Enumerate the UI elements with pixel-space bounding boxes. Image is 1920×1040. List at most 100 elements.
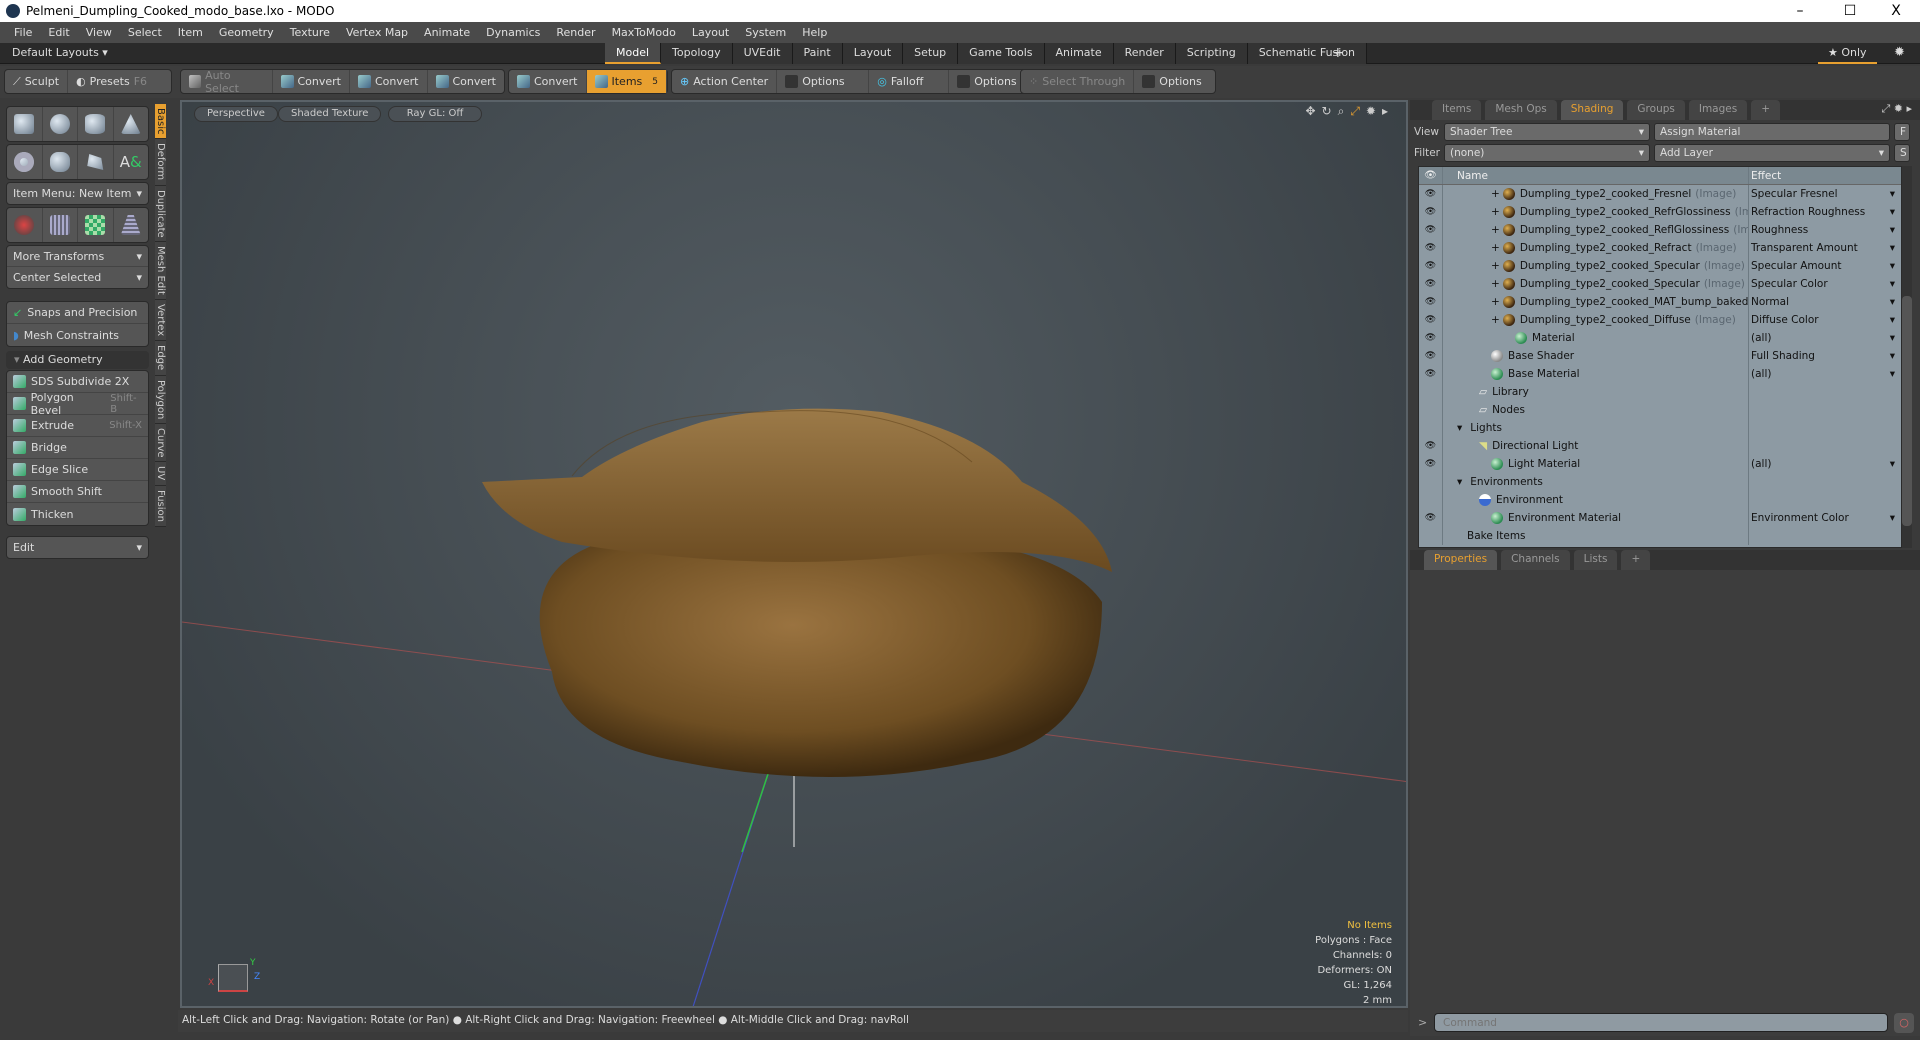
panel-tab-images[interactable]: Images <box>1688 100 1748 120</box>
action-center-button[interactable]: ⊕ Action Center <box>672 70 778 93</box>
effect-column-header[interactable]: Effect <box>1749 167 1901 184</box>
menu-texture[interactable]: Texture <box>282 26 338 39</box>
expand-plus-icon[interactable]: + <box>1491 206 1500 218</box>
layout-tab-render[interactable]: Render <box>1113 43 1176 64</box>
convert-items-button[interactable]: Convert <box>509 70 587 93</box>
tree-row[interactable]: 👁 + Dumpling_type2_cooked_ReflGlossiness (I… <box>1419 221 1901 239</box>
menu-vertex-map[interactable]: Vertex Map <box>338 26 416 39</box>
vtab-fusion[interactable]: Fusion <box>155 485 166 527</box>
tree-row[interactable]: 👁 Material (all) ▾ <box>1419 329 1901 347</box>
falloff-button[interactable]: ◎ Falloff <box>869 70 950 93</box>
default-layouts-dropdown[interactable]: Default Layouts ▾ <box>12 46 108 59</box>
tool-smooth-shift[interactable]: Smooth Shift <box>7 481 148 503</box>
effect-cell[interactable]: (all) ▾ <box>1749 332 1901 344</box>
visibility-toggle[interactable]: 👁 <box>1419 293 1443 311</box>
3d-viewport[interactable]: Perspective Shaded Texture Ray GL: Off ✥… <box>180 100 1408 1008</box>
panel-tab-add[interactable]: + <box>1751 100 1781 120</box>
effect-cell[interactable]: (all) ▾ <box>1749 368 1901 380</box>
select-options-button[interactable]: Options <box>1134 70 1209 93</box>
props-tab-lists[interactable]: Lists <box>1573 550 1618 570</box>
tree-row[interactable]: 👁 + Dumpling_type2_cooked_Fresnel (Image) Sp… <box>1419 185 1901 203</box>
tree-row[interactable]: 👁 + Dumpling_type2_cooked_RefrGlossiness (I… <box>1419 203 1901 221</box>
menu-geometry[interactable]: Geometry <box>211 26 282 39</box>
add-geometry-header[interactable]: ▾ Add Geometry <box>6 351 149 369</box>
close-button[interactable]: X <box>1876 0 1916 22</box>
chevron-down-icon[interactable]: ▾ <box>1890 206 1895 218</box>
effect-cell[interactable]: Refraction Roughness ▾ <box>1749 206 1901 218</box>
presets-button[interactable]: ◐ Presets F6 <box>68 70 155 93</box>
expand-plus-icon[interactable]: + <box>1491 188 1500 200</box>
layout-tab-setup[interactable]: Setup <box>903 43 959 64</box>
tree-row[interactable]: ▱ Library <box>1419 383 1901 401</box>
auto-select-button[interactable]: Auto Select <box>181 69 273 95</box>
effect-cell[interactable]: Environment Color ▾ <box>1749 512 1901 524</box>
chevron-down-icon[interactable]: ▾ <box>1890 242 1895 254</box>
expand-plus-icon[interactable]: + <box>1491 296 1500 308</box>
visibility-toggle[interactable]: 👁 <box>1419 275 1443 293</box>
visibility-toggle[interactable]: 👁 <box>1419 437 1443 455</box>
props-tab-properties[interactable]: Properties <box>1424 550 1498 570</box>
chevron-down-icon[interactable]: ▾ <box>1890 350 1895 362</box>
visibility-toggle[interactable]: 👁 <box>1419 329 1443 347</box>
tree-row[interactable]: 👁 + Dumpling_type2_cooked_Specular (Image) S… <box>1419 275 1901 293</box>
cube-tool[interactable] <box>7 107 43 141</box>
visibility-toggle[interactable]: 👁 <box>1419 203 1443 221</box>
effect-cell[interactable]: Full Shading ▾ <box>1749 350 1901 362</box>
panel-tab-shading[interactable]: Shading <box>1560 100 1624 120</box>
layout-tab-uvedit[interactable]: UVEdit <box>732 43 793 64</box>
more-transforms-dropdown[interactable]: More Transforms ▾ <box>7 246 148 267</box>
select-through-button[interactable]: ⁘ Select Through <box>1021 70 1135 93</box>
tree-row[interactable]: 👁 Base Shader Full Shading ▾ <box>1419 347 1901 365</box>
s-button[interactable]: S <box>1894 143 1910 162</box>
convert-edges-button[interactable]: Convert <box>350 70 428 93</box>
vtab-curve[interactable]: Curve <box>155 423 166 463</box>
edit-dropdown[interactable]: Edit ▾ <box>7 537 148 558</box>
menu-animate[interactable]: Animate <box>416 26 478 39</box>
menu-file[interactable]: File <box>6 26 40 39</box>
tree-row[interactable]: Environment <box>1419 491 1901 509</box>
snaps-precision-button[interactable]: ↙ Snaps and Precision <box>7 302 148 324</box>
effect-cell[interactable]: (all) ▾ <box>1749 458 1901 470</box>
pen-tool[interactable] <box>78 145 114 179</box>
command-input[interactable] <box>1434 1013 1888 1032</box>
menu-dynamics[interactable]: Dynamics <box>478 26 548 39</box>
expand-plus-icon[interactable]: + <box>1491 242 1500 254</box>
menu-help[interactable]: Help <box>794 26 835 39</box>
vtab-vertex[interactable]: Vertex <box>155 300 166 342</box>
uv-tool[interactable] <box>78 208 114 242</box>
sculpt-button[interactable]: ⟋ Sculpt <box>5 70 69 93</box>
convert-polygons-button[interactable]: Convert <box>428 70 505 93</box>
menu-system[interactable]: System <box>737 26 794 39</box>
center-selected-dropdown[interactable]: Center Selected ▾ <box>7 267 148 288</box>
expand-plus-icon[interactable]: + <box>1491 278 1500 290</box>
items-mode-button[interactable]: Items 5 <box>586 70 667 93</box>
effect-cell[interactable]: Roughness ▾ <box>1749 224 1901 236</box>
visibility-toggle[interactable]: 👁 <box>1419 221 1443 239</box>
tree-row[interactable]: 👁 Environment Material Environment Color ▾ <box>1419 509 1901 527</box>
visibility-toggle[interactable]: 👁 <box>1419 347 1443 365</box>
expand-plus-icon[interactable]: + <box>1491 260 1500 272</box>
panel-options-icons[interactable]: ⤢ ✹ ▸ <box>1881 102 1912 116</box>
chevron-down-icon[interactable]: ▾ <box>1890 458 1895 470</box>
layout-tab-model[interactable]: Model <box>605 43 662 64</box>
layout-tab-topology[interactable]: Topology <box>661 43 733 64</box>
effect-cell[interactable]: Normal ▾ <box>1749 296 1901 308</box>
filter-dropdown[interactable]: (none) ▾ <box>1444 143 1650 162</box>
tree-row[interactable]: 👁 + Dumpling_type2_cooked_Refract (Image) Tr… <box>1419 239 1901 257</box>
vtab-mesh-edit[interactable]: Mesh Edit <box>155 242 166 301</box>
chevron-down-icon[interactable]: ▾ <box>1890 296 1895 308</box>
record-icon[interactable]: ○ <box>1894 1013 1914 1033</box>
chevron-down-icon[interactable]: ▾ <box>1890 314 1895 326</box>
tree-row[interactable]: 👁 + Dumpling_type2_cooked_MAT_bump_baked .… <box>1419 293 1901 311</box>
tree-row[interactable]: ▾ Lights <box>1419 419 1901 437</box>
gear-icon[interactable]: ✹ <box>1894 45 1905 60</box>
menu-maxtomodo[interactable]: MaxToModo <box>604 26 684 39</box>
minimize-button[interactable]: – <box>1780 0 1820 22</box>
f-button[interactable]: F <box>1894 122 1910 141</box>
menu-layout[interactable]: Layout <box>684 26 737 39</box>
tree-row[interactable]: 👁 + Dumpling_type2_cooked_Diffuse (Image) Di… <box>1419 311 1901 329</box>
vtab-polygon[interactable]: Polygon <box>155 375 166 424</box>
torus-tool[interactable] <box>7 145 43 179</box>
vtab-edge[interactable]: Edge <box>155 341 166 376</box>
layout-tab-game-tools[interactable]: Game Tools <box>958 43 1045 64</box>
